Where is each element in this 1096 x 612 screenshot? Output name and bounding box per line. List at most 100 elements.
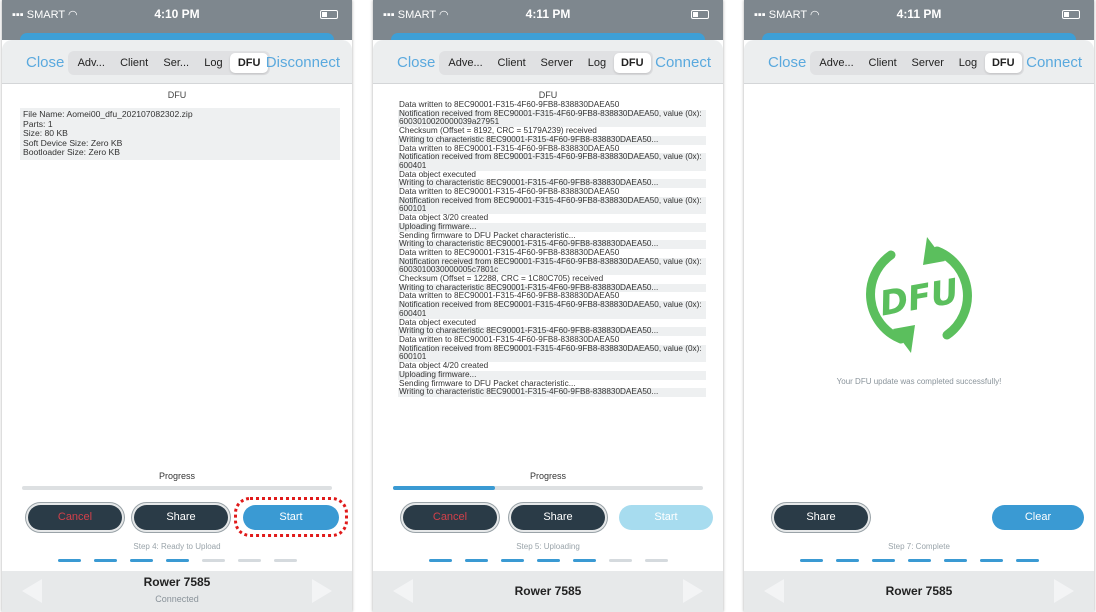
step-dash — [201, 559, 225, 562]
share-label: Share — [166, 511, 196, 523]
tab-client[interactable]: Client — [861, 53, 904, 73]
log-line: Notification received from 8EC90001-F315… — [398, 344, 706, 363]
step-indicator — [373, 559, 723, 562]
cancel-button[interactable]: Cancel — [28, 505, 122, 530]
tab-log[interactable]: Log — [951, 53, 984, 73]
tab-server[interactable]: Ser... — [156, 53, 197, 73]
close-button[interactable]: Close — [26, 54, 64, 71]
clear-label: Clear — [1024, 511, 1052, 523]
dfu-logo-text: DFU — [877, 271, 962, 324]
tab-advertising[interactable]: Adve... — [441, 53, 490, 73]
step-dash — [536, 559, 560, 562]
log-line: Notification received from 8EC90001-F315… — [398, 152, 706, 171]
step-dash — [1015, 559, 1039, 562]
step-dash — [428, 559, 452, 562]
share-button[interactable]: Share — [511, 505, 605, 530]
log-line: Notification received from 8EC90001-F315… — [398, 257, 706, 276]
success-message: Your DFU update was completed successful… — [836, 377, 1002, 386]
step-dash — [608, 559, 632, 562]
clock: 4:11 PM — [896, 7, 942, 21]
step-dash — [57, 559, 81, 562]
step-indicator — [744, 559, 1094, 562]
tab-advertising[interactable]: Adve... — [812, 53, 861, 73]
cancel-label: Cancel — [432, 511, 468, 523]
progress-label: Progress — [158, 471, 195, 481]
device-footer: Rower 7585 Connected — [2, 571, 352, 612]
nav-bar: Close Adv... Client Ser... Log DFU Disco… — [2, 40, 352, 84]
file-info-box: File Name: Aomei00_dfu_202107082302.zip … — [20, 108, 340, 160]
step-text: Step 4: Ready to Upload — [133, 542, 221, 551]
next-arrow-icon[interactable] — [1054, 579, 1074, 603]
tab-dfu[interactable]: DFU — [613, 53, 651, 73]
file-parts: Parts: 1 — [23, 118, 53, 129]
close-button[interactable]: Close — [768, 54, 806, 71]
connect-button[interactable]: Connect — [1026, 54, 1082, 71]
device-footer: Rower 7585 — [373, 571, 723, 612]
step-dash — [165, 559, 189, 562]
battery-icon — [320, 10, 338, 19]
step-dash — [464, 559, 488, 562]
cancel-button[interactable]: Cancel — [403, 505, 497, 530]
disconnect-button[interactable]: Disconnect — [266, 54, 340, 71]
phone-screen-uploading: ▪▪▪ SMART ◠ 4:11 PM Close Adve... Client… — [373, 0, 723, 612]
next-arrow-icon[interactable] — [312, 579, 332, 603]
tab-dfu[interactable]: DFU — [984, 53, 1022, 73]
tab-advertising[interactable]: Adv... — [70, 53, 113, 73]
progress-bar — [393, 486, 703, 490]
next-arrow-icon[interactable] — [683, 579, 703, 603]
device-name: Rower 7585 — [514, 584, 582, 598]
step-indicator — [2, 559, 352, 562]
share-button[interactable]: Share — [774, 505, 868, 530]
tab-client[interactable]: Client — [490, 53, 533, 73]
step-dash — [93, 559, 117, 562]
step-dash — [799, 559, 823, 562]
segmented-control: Adv... Client Ser... Log DFU — [68, 51, 270, 75]
clear-button[interactable]: Clear — [992, 505, 1084, 530]
start-button[interactable]: Start — [243, 505, 339, 530]
connection-status: Connected — [155, 594, 199, 604]
share-button[interactable]: Share — [134, 505, 228, 530]
step-dash — [644, 559, 668, 562]
status-bar: ▪▪▪ SMART ◠ 4:11 PM — [373, 0, 723, 30]
step-dash — [237, 559, 261, 562]
log-line: Notification received from 8EC90001-F315… — [398, 300, 706, 319]
tab-client[interactable]: Client — [113, 53, 156, 73]
step-dash — [572, 559, 596, 562]
clock: 4:10 PM — [154, 7, 200, 21]
sheet-backdrop — [373, 30, 723, 45]
phone-screen-complete: ▪▪▪ SMART ◠ 4:11 PM Close Adve... Client… — [744, 0, 1094, 612]
progress-label: Progress — [529, 471, 566, 481]
segmented-control: Adve... Client Server Log DFU — [439, 51, 653, 75]
tab-dfu[interactable]: DFU — [230, 53, 269, 73]
start-button[interactable]: Start — [619, 505, 713, 530]
start-label: Start — [279, 511, 303, 523]
connect-button[interactable]: Connect — [655, 54, 711, 71]
device-footer: Rower 7585 — [744, 571, 1094, 612]
close-button[interactable]: Close — [397, 54, 435, 71]
step-dash — [273, 559, 297, 562]
step-dash — [979, 559, 1003, 562]
tab-log[interactable]: Log — [580, 53, 613, 73]
progress-fill — [393, 486, 496, 490]
status-bar: ▪▪▪ SMART ◠ 4:10 PM — [2, 0, 352, 30]
dfu-log: Data written to 8EC90001-F315-4F60-9FB8-… — [398, 101, 706, 459]
battery-icon — [691, 10, 709, 19]
tab-server[interactable]: Server — [904, 53, 951, 73]
screenshot-triptych: ▪▪▪ SMART ◠ 4:10 PM Close Adv... Client … — [0, 0, 1096, 612]
step-text: Step 5: Uploading — [516, 542, 580, 551]
share-label: Share — [806, 511, 836, 523]
dfu-complete-icon: DFU — [866, 237, 972, 353]
log-line: Notification received from 8EC90001-F315… — [398, 196, 706, 215]
cancel-label: Cancel — [57, 511, 93, 523]
bootloader-size: Bootloader Size: Zero KB — [23, 147, 120, 157]
device-name: Rower 7585 — [885, 584, 953, 598]
step-text: Step 7: Complete — [888, 542, 950, 551]
tab-log[interactable]: Log — [197, 53, 231, 73]
tab-server[interactable]: Server — [533, 53, 580, 73]
phone-screen-ready: ▪▪▪ SMART ◠ 4:10 PM Close Adv... Client … — [2, 0, 352, 612]
step-dash — [500, 559, 524, 562]
step-dash — [907, 559, 931, 562]
step-dash — [943, 559, 967, 562]
start-label: Start — [654, 511, 678, 523]
log-line: Notification received from 8EC90001-F315… — [398, 109, 706, 128]
